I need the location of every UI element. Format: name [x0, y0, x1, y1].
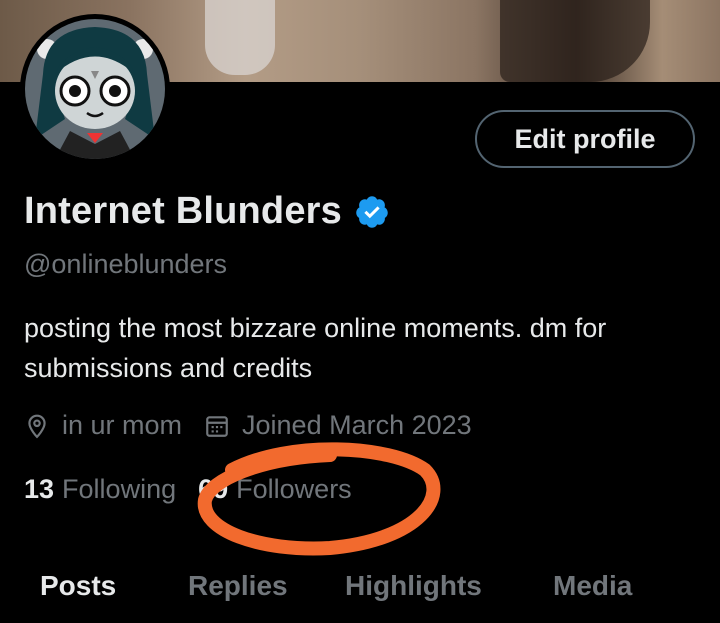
location-text: in ur mom — [62, 410, 183, 440]
location-pin-icon — [24, 413, 50, 439]
profile-handle: @onlineblunders — [24, 249, 228, 279]
verified-badge-icon[interactable] — [354, 194, 390, 230]
joined-text: Joined March 2023 — [242, 410, 472, 440]
profile-bio: posting the most bizzare online moments.… — [24, 313, 607, 383]
tab-posts[interactable]: Posts — [40, 570, 116, 602]
banner-detail — [500, 0, 650, 82]
tab-replies[interactable]: Replies — [188, 570, 288, 602]
following-count: 13 — [24, 474, 55, 504]
avatar[interactable] — [20, 14, 170, 164]
tab-media[interactable]: Media — [553, 570, 632, 602]
profile-name-row: Internet Blunders — [24, 190, 390, 233]
joined-item: Joined March 2023 — [204, 410, 472, 441]
tab-highlights[interactable]: Highlights — [345, 570, 482, 602]
display-name: Internet Blunders — [24, 190, 342, 232]
followers-link[interactable]: 69 Followers — [198, 474, 352, 505]
banner-detail — [205, 0, 275, 75]
following-label: Following — [62, 474, 177, 504]
edit-profile-button[interactable]: Edit profile — [475, 110, 695, 168]
following-link[interactable]: 13 Following — [24, 474, 176, 505]
calendar-icon — [204, 413, 230, 439]
location-item: in ur mom — [24, 410, 182, 441]
profile-meta: in ur mom Joined March 2023 — [24, 410, 472, 441]
profile-tabs: Posts Replies Highlights Media — [0, 560, 720, 623]
followers-count: 69 — [198, 474, 229, 504]
avatar-illustration — [25, 19, 165, 159]
follow-stats: 13 Following 69 Followers — [24, 474, 352, 505]
followers-label: Followers — [236, 474, 352, 504]
